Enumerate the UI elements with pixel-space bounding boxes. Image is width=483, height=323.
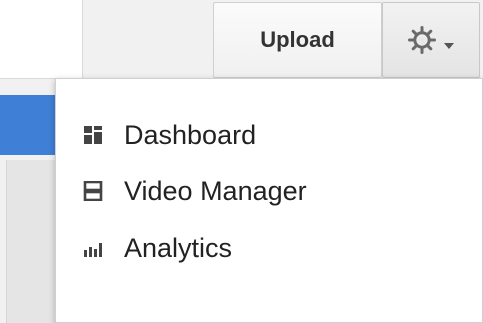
upload-button[interactable]: Upload xyxy=(213,2,382,78)
settings-button[interactable] xyxy=(382,2,480,78)
settings-dropdown-menu: Dashboard Video Manager Analytics xyxy=(55,78,483,323)
video-manager-icon xyxy=(83,181,103,201)
menu-item-label: Dashboard xyxy=(124,119,257,150)
gear-icon xyxy=(407,25,437,55)
menu-item-video-manager[interactable]: Video Manager xyxy=(56,163,482,219)
nav-bar-left xyxy=(0,95,56,155)
menu-item-analytics[interactable]: Analytics xyxy=(56,220,482,276)
menu-item-dashboard[interactable]: Dashboard xyxy=(56,107,482,163)
chevron-down-icon xyxy=(443,37,455,49)
dashboard-icon xyxy=(83,125,103,145)
content-column xyxy=(6,160,58,323)
upload-button-label: Upload xyxy=(260,27,335,52)
search-area[interactable] xyxy=(0,0,83,79)
menu-item-label: Analytics xyxy=(124,232,233,263)
analytics-icon xyxy=(83,238,103,258)
menu-item-label: Video Manager xyxy=(124,175,307,206)
